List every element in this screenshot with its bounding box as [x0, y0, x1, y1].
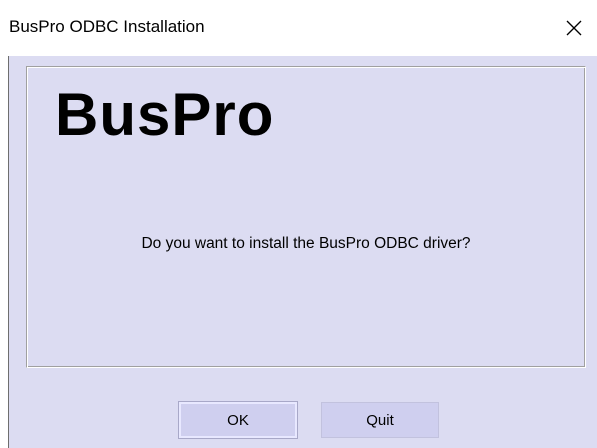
- dialog-body: BusPro Do you want to install the BusPro…: [8, 56, 597, 448]
- quit-button[interactable]: Quit: [321, 402, 439, 438]
- window-title: BusPro ODBC Installation: [9, 17, 205, 36]
- installer-window: BusPro ODBC Installation BusPro Do you w…: [0, 0, 597, 448]
- brand-heading: BusPro: [55, 81, 275, 148]
- ok-button[interactable]: OK: [179, 402, 297, 438]
- close-icon: [566, 20, 582, 36]
- install-question: Do you want to install the BusPro ODBC d…: [141, 235, 471, 252]
- close-button[interactable]: [551, 0, 597, 56]
- title-bar: BusPro ODBC Installation: [0, 0, 597, 56]
- content-panel: BusPro Do you want to install the BusPro…: [26, 66, 586, 368]
